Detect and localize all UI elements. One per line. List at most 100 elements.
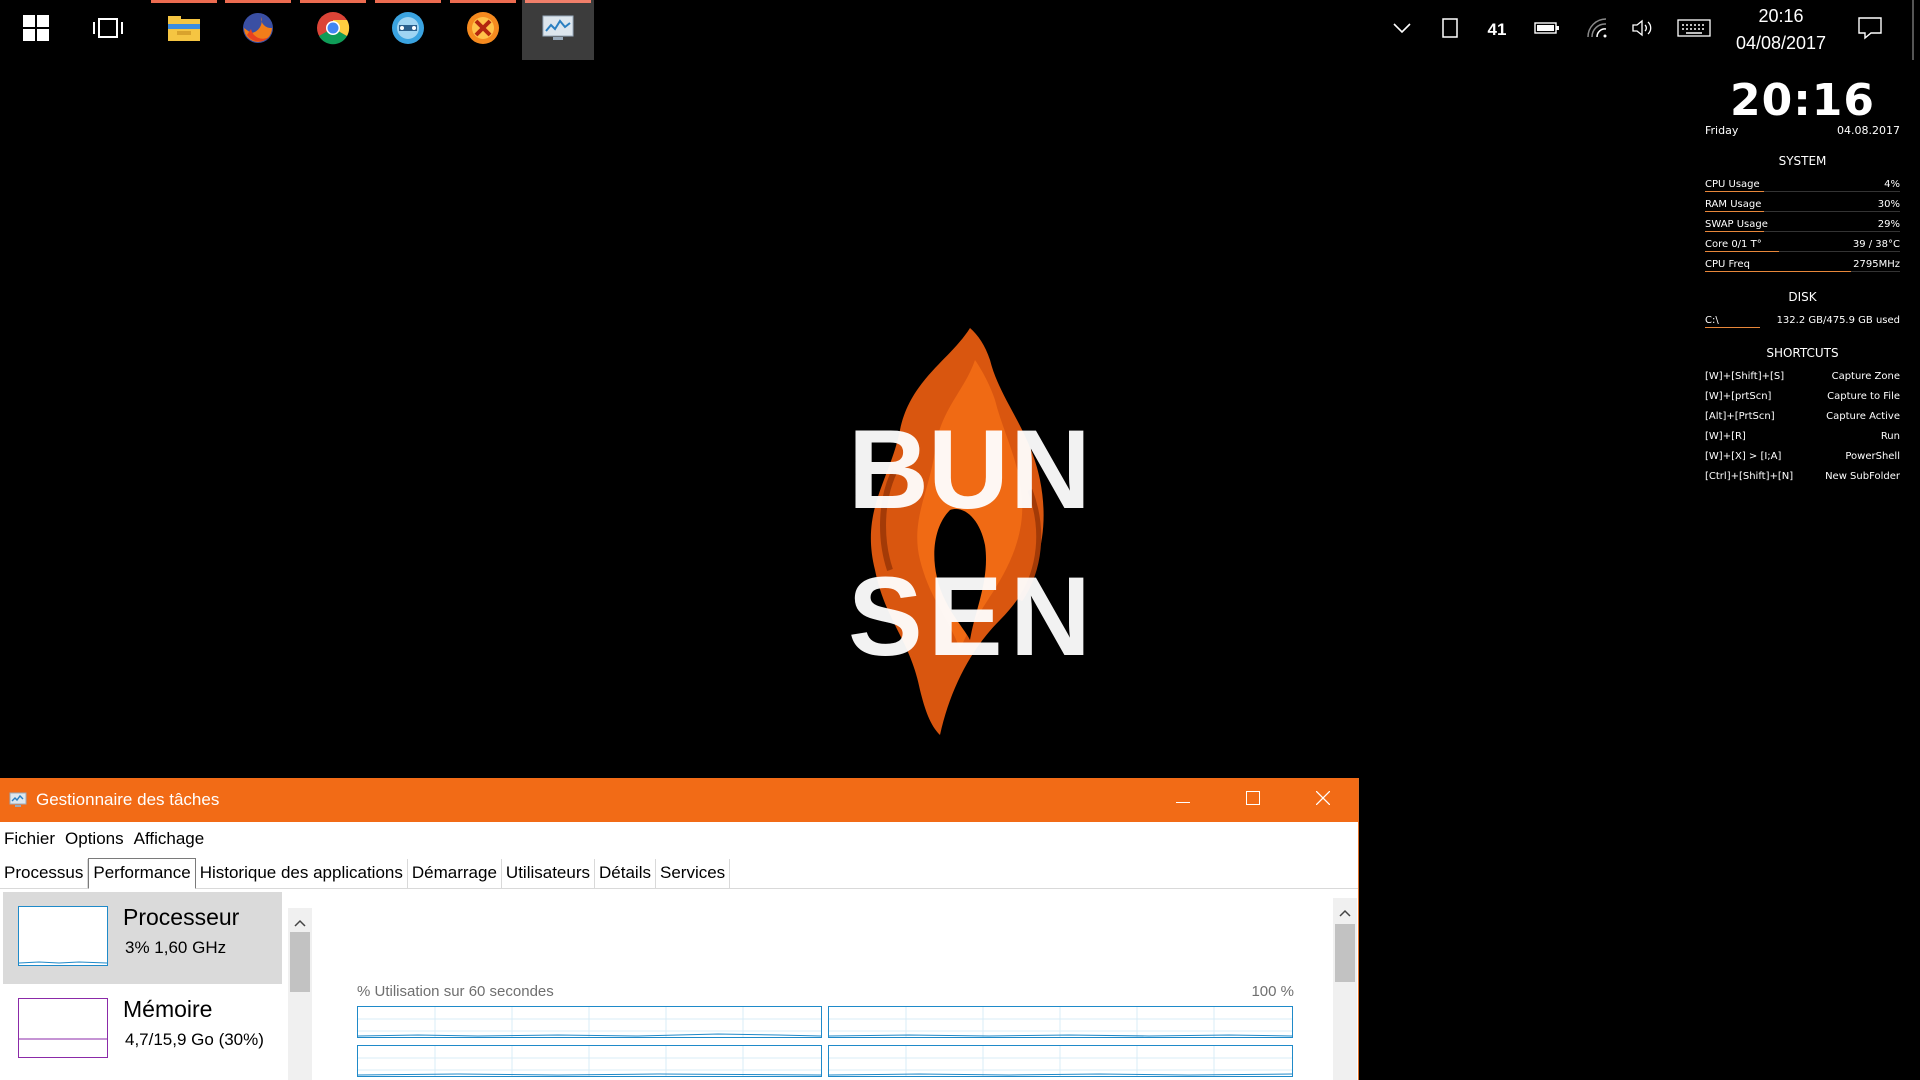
- widget-time: 20:16: [1729, 75, 1876, 126]
- cpu-core-graph: [828, 1045, 1293, 1077]
- system-stat-row: Core 0/1 T° 39 / 38°C: [1705, 234, 1900, 254]
- tablet-icon: [1442, 17, 1458, 43]
- menu-options[interactable]: Options: [61, 829, 128, 849]
- taskbar-app-chrome[interactable]: [297, 0, 369, 60]
- shortcut-row: [W]+[Shift]+[S] Capture Zone: [1705, 366, 1900, 386]
- cpu-core-graph: [357, 1006, 822, 1038]
- close-icon: [1315, 790, 1331, 810]
- resource-list: Processeur 3% 1,60 GHz Mémoire 4,7/15,9 …: [0, 892, 283, 1080]
- maximize-button[interactable]: [1218, 778, 1288, 822]
- minimize-icon: [1176, 791, 1190, 809]
- show-desktop-button[interactable]: [1912, 0, 1914, 60]
- scroll-up-icon: [1339, 904, 1351, 922]
- minimize-button[interactable]: [1148, 778, 1218, 822]
- utilization-max: 100 %: [1251, 983, 1294, 1000]
- tab-demarrage[interactable]: Démarrage: [408, 859, 502, 888]
- show-hidden-icons-button[interactable]: [1388, 0, 1416, 60]
- task-view-icon: [92, 17, 124, 44]
- resource-memoire[interactable]: Mémoire 4,7/15,9 Go (30%): [3, 984, 282, 1076]
- widget-date-row: Friday 04.08.2017: [1705, 124, 1900, 138]
- close-button[interactable]: [1288, 778, 1358, 822]
- chevron-up-icon: [1393, 21, 1411, 39]
- stat-bar: [1705, 211, 1764, 212]
- volume-button[interactable]: [1626, 0, 1660, 60]
- processeur-thumbnail: [18, 906, 108, 966]
- menu-affichage[interactable]: Affichage: [130, 829, 209, 849]
- stat-label: CPU Freq: [1705, 258, 1750, 270]
- touch-keyboard-button[interactable]: [1674, 0, 1714, 60]
- resource-name: Mémoire: [123, 996, 213, 1022]
- taskbar-clock[interactable]: 20:16 04/08/2017: [1726, 0, 1836, 60]
- tab-services[interactable]: Services: [656, 859, 731, 888]
- start-button[interactable]: [0, 0, 72, 60]
- network-button[interactable]: [1580, 0, 1614, 60]
- clock-date: 04/08/2017: [1735, 33, 1827, 53]
- stat-label: SWAP Usage: [1705, 218, 1768, 230]
- logo-letter: B: [848, 407, 929, 532]
- stat-value: 4%: [1884, 178, 1900, 190]
- disk-usage-bar: [1705, 327, 1760, 328]
- shortcut-keys: [W]+[prtScn]: [1705, 390, 1772, 402]
- shortcut-action: Capture Active: [1826, 410, 1900, 422]
- system-monitor-widget: 20:16 Friday 04.08.2017 SYSTEM CPU Usage…: [1705, 78, 1900, 486]
- menu-fichier[interactable]: Fichier: [0, 829, 59, 849]
- task-view-button[interactable]: [72, 0, 144, 60]
- cpu-model: Intel(R) Core(TM) i7-7500U CPU @ 2.70GHz: [833, 940, 1295, 966]
- resource-processeur[interactable]: Processeur 3% 1,60 GHz: [3, 892, 282, 984]
- shortcut-keys: [W]+[X] > [I;A]: [1705, 450, 1782, 462]
- battery-button[interactable]: [1530, 0, 1564, 60]
- shortcut-action: PowerShell: [1845, 450, 1900, 462]
- notification-icon: [1857, 16, 1883, 45]
- scroll-thumb[interactable]: [1335, 924, 1355, 982]
- tab-processus[interactable]: Processus: [0, 859, 89, 888]
- panel-title: Processeur: [352, 920, 575, 969]
- shortcut-action: Run: [1880, 430, 1900, 442]
- tab-details[interactable]: Détails: [595, 859, 656, 888]
- running-indicator: [300, 0, 366, 3]
- stat-value: 39 / 38°C: [1852, 238, 1900, 250]
- stat-bar: [1705, 231, 1764, 232]
- notification-count[interactable]: 41: [1480, 0, 1514, 60]
- running-indicator: [525, 0, 591, 3]
- taskbar-app-file-explorer[interactable]: [148, 0, 220, 60]
- scroll-thumb[interactable]: [290, 932, 310, 992]
- resource-value: 3% 1,60 GHz: [125, 938, 227, 957]
- window-title: Gestionnaire des tâches: [36, 790, 220, 809]
- logo-letter: E: [928, 554, 1003, 679]
- shortcut-keys: [Ctrl]+[Shift]+[N]: [1705, 470, 1794, 482]
- disk-label: C:\: [1705, 314, 1719, 326]
- chrome-icon: [316, 11, 350, 50]
- windows-logo-icon: [23, 14, 49, 46]
- titlebar[interactable]: Gestionnaire des tâches: [0, 778, 1358, 822]
- taskbar-app-x[interactable]: [447, 0, 519, 60]
- wifi-icon: [1586, 17, 1608, 43]
- taskbar-app-task-manager[interactable]: [522, 0, 594, 60]
- shortcut-action: New SubFolder: [1825, 470, 1900, 482]
- folder-icon: [167, 13, 201, 48]
- taskbar-app-firefox[interactable]: [222, 0, 294, 60]
- stat-label: CPU Usage: [1705, 178, 1760, 190]
- action-center-button[interactable]: [1848, 0, 1892, 60]
- tablet-tray-button[interactable]: [1436, 0, 1464, 60]
- tab-performance[interactable]: Performance: [88, 858, 196, 889]
- running-indicator: [151, 0, 217, 3]
- battery-icon: [1534, 21, 1560, 40]
- stat-value: 29%: [1877, 218, 1900, 230]
- shortcut-row: [W]+[prtScn] Capture to File: [1705, 386, 1900, 406]
- shortcut-action: Capture to File: [1827, 390, 1900, 402]
- speaker-icon: [1631, 18, 1655, 43]
- task-manager-icon: [9, 792, 27, 808]
- disk-row: C:\ 132.2 GB/475.9 GB used: [1705, 310, 1900, 330]
- app-blue-icon: [391, 11, 425, 50]
- taskbar-app-blue[interactable]: [372, 0, 444, 60]
- stat-bar: [1705, 271, 1852, 272]
- resource-list-scrollbar[interactable]: [288, 908, 312, 1080]
- resource-name: Processeur: [123, 904, 240, 930]
- tab-bar: Processus Performance Historique des app…: [0, 858, 1358, 889]
- stat-bar: [1705, 191, 1764, 192]
- stat-bar: [1705, 251, 1780, 252]
- tab-utilisateurs[interactable]: Utilisateurs: [502, 859, 596, 888]
- system-stat-row: RAM Usage 30%: [1705, 194, 1900, 214]
- performance-scrollbar[interactable]: [1333, 898, 1357, 1080]
- tab-historique[interactable]: Historique des applications: [196, 859, 408, 888]
